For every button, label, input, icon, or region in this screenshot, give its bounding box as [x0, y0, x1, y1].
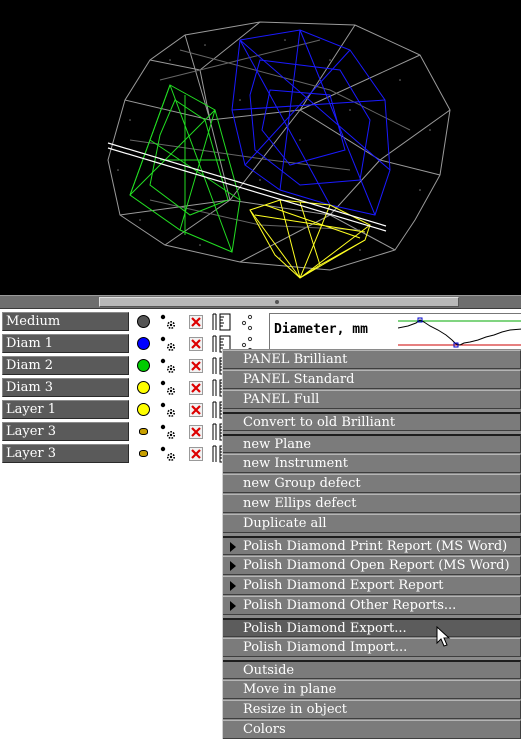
menu-item[interactable]: Resize in object — [223, 700, 521, 719]
submenu-arrow-icon — [230, 581, 236, 591]
menu-item-label: PANEL Full — [243, 392, 320, 407]
gear-icon[interactable] — [158, 423, 178, 441]
menu-item-label: new Group defect — [243, 476, 361, 491]
menu-item[interactable]: Polish Diamond Export... — [223, 618, 521, 637]
dots-icon[interactable] — [240, 313, 254, 331]
layer-name[interactable]: Layer 3 — [2, 444, 129, 463]
3d-viewport[interactable] — [0, 0, 521, 295]
gear-icon[interactable] — [158, 335, 178, 353]
color-swatch-icon[interactable] — [137, 381, 150, 394]
mouse-pointer-icon — [436, 626, 451, 647]
cutting-plane-line[interactable] — [107, 142, 387, 232]
menu-item[interactable]: Outside — [223, 660, 521, 679]
gear-icon[interactable] — [158, 313, 178, 331]
layer-name[interactable]: Layer 3 — [2, 422, 129, 441]
menu-item-label: Colors — [243, 722, 286, 737]
delete-icon[interactable] — [189, 447, 203, 461]
color-swatch-icon[interactable] — [137, 337, 150, 350]
layer-name[interactable]: Diam 3 — [2, 378, 129, 397]
menu-item-label: Polish Diamond Export... — [243, 621, 407, 636]
menu-item[interactable]: Polish Diamond Export Report — [223, 576, 521, 595]
menu-item-label: new Ellips defect — [243, 496, 357, 511]
delete-icon[interactable] — [189, 315, 203, 329]
menu-item-label: Polish Diamond Export Report — [243, 578, 444, 593]
layer-name[interactable]: Diam 2 — [2, 356, 129, 375]
menu-item[interactable]: PANEL Standard — [223, 370, 521, 389]
menu-item[interactable]: PANEL Full — [223, 390, 521, 409]
layer-row[interactable]: Medium — [0, 311, 272, 333]
submenu-arrow-icon — [230, 542, 236, 552]
delete-icon[interactable] — [189, 381, 203, 395]
layer-name[interactable]: Layer 1 — [2, 400, 129, 419]
delete-icon[interactable] — [189, 403, 203, 417]
menu-item-label: Polish Diamond Print Report (MS Word) — [243, 539, 508, 554]
menu-item[interactable]: Polish Diamond Print Report (MS Word) — [223, 536, 521, 555]
menu-item-label: Move in plane — [243, 682, 337, 697]
menu-item[interactable]: Colors — [223, 720, 521, 739]
context-menu: PANEL Brilliant PANEL Standard PANEL Full C… — [222, 349, 521, 739]
green-diamond-wireframe — [129, 84, 241, 253]
menu-item[interactable]: new Group defect — [223, 474, 521, 493]
color-swatch-icon[interactable] — [139, 450, 148, 457]
gear-icon[interactable] — [158, 445, 178, 463]
color-swatch-icon[interactable] — [137, 359, 150, 372]
menu-item-label: new Plane — [243, 437, 312, 452]
menu-item[interactable]: Polish Diamond Import... — [223, 638, 521, 657]
menu-item-label: PANEL Standard — [243, 372, 355, 387]
horizontal-scrollbar[interactable] — [0, 295, 521, 309]
stone-wireframe — [107, 21, 451, 279]
menu-item-label: Convert to old Brilliant — [243, 415, 396, 430]
menu-item-label: PANEL Brilliant — [243, 352, 348, 367]
menu-item[interactable]: new Instrument — [223, 454, 521, 473]
menu-item-label: Polish Diamond Other Reports... — [243, 598, 457, 613]
menu-item-label: Resize in object — [243, 702, 348, 717]
diameter-curve — [398, 317, 521, 348]
delete-icon[interactable] — [189, 359, 203, 373]
color-swatch-icon[interactable] — [139, 428, 148, 435]
menu-item[interactable]: Polish Diamond Open Report (MS Word) — [223, 556, 521, 575]
scrollbar-grip — [275, 300, 279, 304]
graph-label: Diameter, mm — [274, 322, 368, 337]
gear-icon[interactable] — [158, 379, 178, 397]
menu-item-label: Polish Diamond Open Report (MS Word) — [243, 558, 510, 573]
submenu-arrow-icon — [230, 601, 236, 611]
menu-item[interactable]: new Ellips defect — [223, 494, 521, 513]
ruler-icon[interactable] — [211, 313, 235, 331]
menu-item[interactable]: new Plane — [223, 434, 521, 453]
menu-item[interactable]: Polish Diamond Other Reports... — [223, 596, 521, 615]
gear-icon[interactable] — [158, 357, 178, 375]
menu-item-label: Outside — [243, 663, 295, 678]
layer-name[interactable]: Medium — [2, 312, 129, 331]
delete-icon[interactable] — [189, 337, 203, 351]
menu-item[interactable]: PANEL Brilliant — [223, 350, 521, 369]
submenu-arrow-icon — [230, 561, 236, 571]
menu-item-label: new Instrument — [243, 456, 348, 471]
color-swatch-icon[interactable] — [137, 315, 150, 328]
menu-item[interactable]: Move in plane — [223, 680, 521, 699]
menu-item[interactable]: Convert to old Brilliant — [223, 412, 521, 431]
menu-item-label: Duplicate all — [243, 516, 327, 531]
diameter-graph: Diameter, mm — [269, 313, 521, 351]
menu-item-label: Polish Diamond Import... — [243, 640, 408, 655]
layer-name[interactable]: Diam 1 — [2, 334, 129, 353]
menu-item[interactable]: Duplicate all — [223, 514, 521, 533]
delete-icon[interactable] — [189, 425, 203, 439]
scrollbar-thumb[interactable] — [99, 297, 459, 307]
gear-icon[interactable] — [158, 401, 178, 419]
color-swatch-icon[interactable] — [137, 403, 150, 416]
